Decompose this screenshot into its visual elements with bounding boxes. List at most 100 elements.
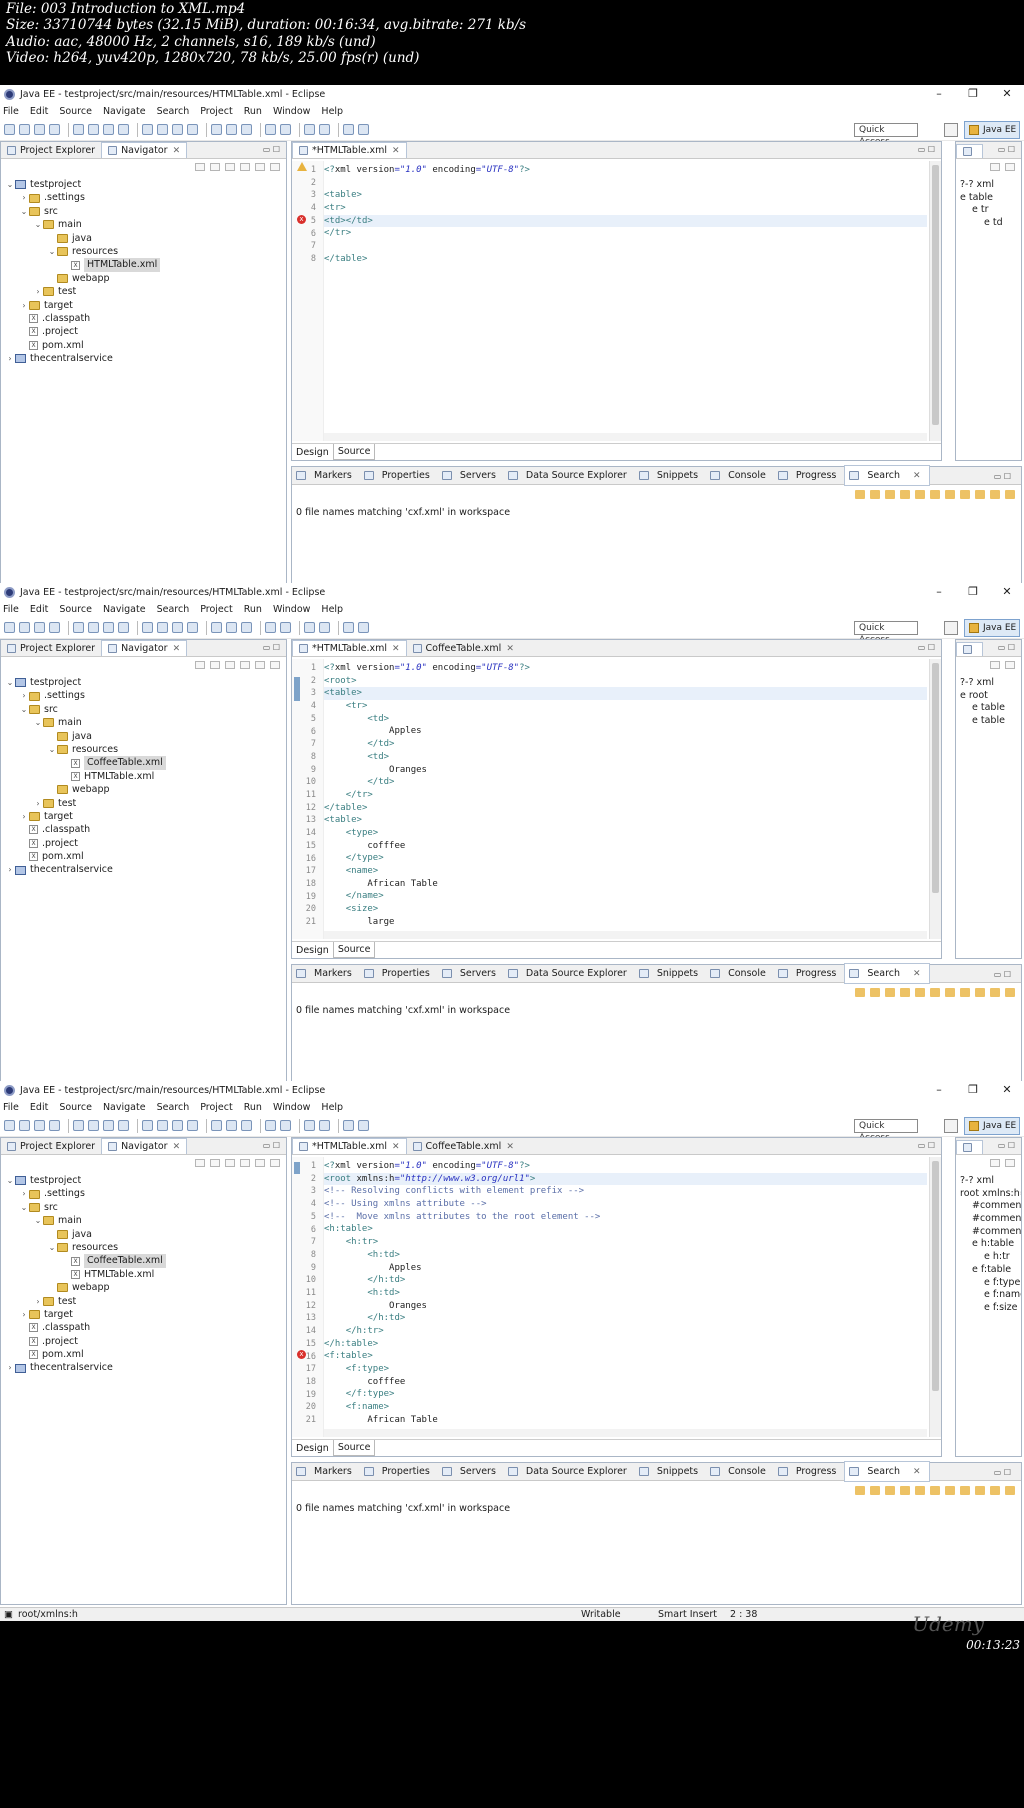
close-icon[interactable]: ✕ [173, 146, 181, 156]
expand-icon[interactable]: ⌄ [33, 218, 43, 231]
tree-item-java[interactable]: java [1, 1228, 286, 1241]
chevron-right-icon[interactable]: › [19, 1187, 29, 1200]
view-menu-icon[interactable] [1005, 661, 1015, 669]
code-line[interactable] [324, 240, 927, 253]
horizontal-scrollbar[interactable] [324, 1429, 927, 1437]
tab-properties[interactable]: Properties [360, 466, 438, 485]
minimize-maximize-icons[interactable]: ▭ ☐ [990, 1466, 1015, 1479]
outline-tab[interactable] [956, 144, 983, 158]
view-menu-icon[interactable] [1005, 1485, 1015, 1495]
print-icon[interactable] [49, 622, 60, 633]
minimize-maximize-icons[interactable]: ▭ ☐ [998, 1141, 1015, 1150]
chevron-right-icon[interactable]: › [19, 689, 29, 702]
up-icon[interactable] [225, 661, 235, 669]
close-icon[interactable]: ✕ [173, 1142, 181, 1152]
outline-item[interactable]: e f:type [956, 1277, 1021, 1290]
outline-item[interactable]: #comment [956, 1226, 1021, 1239]
back-icon[interactable] [265, 1120, 276, 1131]
tab-search[interactable]: Search ✕ [844, 1461, 930, 1482]
tab-navigator[interactable]: Navigator ✕ [101, 1138, 188, 1154]
vertical-scrollbar[interactable] [929, 161, 941, 441]
next-annotation-icon[interactable] [343, 622, 354, 633]
menu-search[interactable]: Search [157, 604, 190, 615]
java-ee-perspective[interactable]: Java EE [964, 1117, 1020, 1135]
tree-item-testproject[interactable]: ⌄ testproject [1, 178, 286, 191]
code-line[interactable]: <?xml version="1.0" encoding="UTF-8"?> [324, 1160, 927, 1173]
expand-all-icon[interactable] [915, 1485, 925, 1495]
tab-servers[interactable]: Servers [438, 1462, 504, 1481]
restore-button[interactable]: ❐ [956, 85, 990, 103]
code-line[interactable]: <!-- Resolving conflicts with element pr… [324, 1185, 927, 1198]
run-search-icon[interactable] [945, 1485, 955, 1495]
close-icon[interactable]: ✕ [909, 1465, 925, 1479]
editor-tab-coffeetablexml[interactable]: CoffeeTable.xml ✕ [407, 1139, 520, 1154]
tree-item-webapp[interactable]: webapp [1, 783, 286, 796]
debug-icon[interactable] [142, 622, 153, 633]
tab-source[interactable]: Source [332, 942, 376, 958]
skip-icon[interactable] [73, 622, 84, 633]
outline-tab[interactable] [956, 1140, 983, 1154]
code-line[interactable]: <tr> [324, 202, 927, 215]
search-icon[interactable] [211, 622, 222, 633]
open-type-icon[interactable] [226, 124, 237, 135]
outline-item[interactable]: e f:name [956, 1289, 1021, 1302]
close-icon[interactable]: ✕ [392, 644, 400, 654]
new-server-icon[interactable] [187, 124, 198, 135]
new-server-icon[interactable] [187, 622, 198, 633]
code-line[interactable]: <root xmlns:h="http://www.w3.org/url1"> [324, 1172, 927, 1186]
code-line[interactable]: </tr> [324, 227, 927, 240]
tab-snippets[interactable]: Snippets [635, 964, 706, 983]
link-editor-icon[interactable] [255, 163, 265, 171]
outline-item[interactable]: ?-? xml [956, 677, 1021, 690]
tree-item-thecentralservice[interactable]: › thecentralservice [1, 1361, 286, 1374]
code-line[interactable]: <?xml version="1.0" encoding="UTF-8"?> [324, 164, 927, 177]
forward-icon[interactable] [210, 661, 220, 669]
remove-icon[interactable] [885, 987, 895, 997]
new-icon[interactable] [4, 622, 15, 633]
tab-search[interactable]: Search ✕ [844, 963, 930, 984]
close-icon[interactable]: ✕ [909, 469, 925, 483]
outline-item[interactable]: #comment [956, 1200, 1021, 1213]
code-line[interactable]: <h:td> [324, 1287, 927, 1300]
tree-item-pomxml[interactable]: Xpom.xml [1, 1348, 286, 1361]
tab-project-explorer[interactable]: Project Explorer [1, 1139, 101, 1154]
tab-navigator[interactable]: Navigator ✕ [101, 142, 188, 158]
pin-icon[interactable] [319, 1120, 330, 1131]
menu-project[interactable]: Project [200, 106, 233, 117]
expand-icon[interactable]: ⌄ [33, 716, 43, 729]
suspend-icon[interactable] [103, 124, 114, 135]
tab-design[interactable]: Design [292, 943, 333, 958]
skip-icon[interactable] [73, 1120, 84, 1131]
tree-item-project[interactable]: X .project [1, 1335, 286, 1348]
collapse-all-icon[interactable] [930, 987, 940, 997]
menu-source[interactable]: Source [59, 1102, 92, 1113]
close-button[interactable]: ✕ [990, 1081, 1024, 1099]
tab-project-explorer[interactable]: Project Explorer [1, 143, 101, 158]
view-menu-icon[interactable] [1005, 163, 1015, 171]
menu-help[interactable]: Help [321, 1102, 343, 1113]
menu-run[interactable]: Run [244, 106, 262, 117]
expand-icon[interactable]: ⌄ [47, 1241, 57, 1254]
debug-icon[interactable] [142, 1120, 153, 1131]
cancel-icon[interactable] [960, 489, 970, 499]
tab-source[interactable]: Source [332, 1440, 376, 1456]
code-line[interactable]: </h:tr> [324, 1325, 927, 1338]
expand-icon[interactable]: ⌄ [19, 703, 29, 716]
chevron-right-icon[interactable]: › [33, 797, 43, 810]
new-icon[interactable] [4, 1120, 15, 1131]
menu-source[interactable]: Source [59, 106, 92, 117]
pin-icon[interactable] [319, 622, 330, 633]
code-line[interactable]: Oranges [324, 1300, 927, 1313]
code-line[interactable]: African Table [324, 878, 927, 891]
tree-item-testproject[interactable]: ⌄ testproject [1, 1174, 286, 1187]
menu-navigate[interactable]: Navigate [103, 1102, 146, 1113]
tab-markers[interactable]: Markers [292, 964, 360, 983]
tab-progress[interactable]: Progress [774, 964, 845, 983]
code-line[interactable]: <h:td> [324, 1249, 927, 1262]
collapse-all-icon[interactable] [240, 661, 250, 669]
minimize-maximize-icons[interactable]: ▭ ☐ [990, 470, 1015, 483]
expand-all-icon[interactable] [915, 489, 925, 499]
save-icon[interactable] [19, 1120, 30, 1131]
tree-item-target[interactable]: › target [1, 810, 286, 823]
tab-servers[interactable]: Servers [438, 466, 504, 485]
